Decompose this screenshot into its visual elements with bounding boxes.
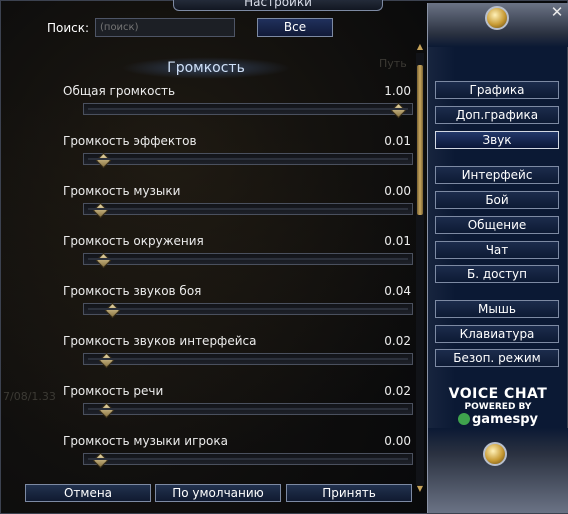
apply-button[interactable]: Принять bbox=[286, 484, 412, 502]
setting-label: Громкость речи bbox=[63, 384, 164, 398]
nav-interface[interactable]: Интерфейс bbox=[435, 166, 559, 184]
scroll-down-arrow-icon[interactable]: ▼ bbox=[416, 485, 424, 493]
setting-value: 0.01 bbox=[384, 234, 411, 248]
volume-slider[interactable] bbox=[83, 402, 413, 419]
slider-thumb[interactable] bbox=[98, 352, 115, 369]
nav-graphics[interactable]: Графика bbox=[435, 81, 559, 99]
slider-thumb[interactable] bbox=[95, 152, 112, 169]
gold-orb-icon bbox=[483, 442, 507, 466]
ornament-bottom bbox=[428, 428, 568, 513]
gamespy-logo: gamespy bbox=[437, 412, 559, 428]
cancel-button[interactable]: Отмена bbox=[25, 484, 151, 502]
nav-keyboard[interactable]: Клавиатура bbox=[435, 325, 559, 343]
nav-quick-access[interactable]: Б. доступ bbox=[435, 265, 559, 283]
background-text: Путь bbox=[379, 57, 407, 70]
setting-value: 0.00 bbox=[384, 434, 411, 448]
setting-speech-volume: Громкость речи 0.02 bbox=[63, 384, 413, 424]
setting-value: 0.04 bbox=[384, 284, 411, 298]
setting-effects-volume: Громкость эффектов 0.01 bbox=[63, 134, 413, 174]
slider-thumb[interactable] bbox=[92, 452, 109, 469]
volume-slider[interactable] bbox=[83, 102, 413, 119]
volume-slider[interactable] bbox=[83, 352, 413, 369]
nav-social[interactable]: Общение bbox=[435, 216, 559, 234]
volume-slider[interactable] bbox=[83, 452, 413, 469]
setting-master-volume: Общая громкость 1.00 bbox=[63, 84, 413, 124]
setting-label: Громкость музыки игрока bbox=[63, 434, 228, 448]
close-icon[interactable]: ✕ bbox=[549, 5, 565, 21]
slider-thumb[interactable] bbox=[95, 252, 112, 269]
setting-value: 0.00 bbox=[384, 184, 411, 198]
search-label: Поиск: bbox=[47, 21, 90, 35]
setting-label: Громкость звуков боя bbox=[63, 284, 202, 298]
setting-value: 0.02 bbox=[384, 384, 411, 398]
setting-label: Громкость эффектов bbox=[63, 134, 197, 148]
setting-combat-volume: Громкость звуков боя 0.04 bbox=[63, 284, 413, 324]
nav-chat[interactable]: Чат bbox=[435, 241, 559, 259]
setting-value: 0.01 bbox=[384, 134, 411, 148]
nav-combat[interactable]: Бой bbox=[435, 191, 559, 209]
volume-slider[interactable] bbox=[83, 152, 413, 169]
slider-thumb[interactable] bbox=[98, 402, 115, 419]
nav-mouse[interactable]: Мышь bbox=[435, 300, 559, 318]
setting-label: Громкость окружения bbox=[63, 234, 204, 248]
window-title: Настройки bbox=[173, 0, 383, 11]
gamespy-globe-icon bbox=[458, 413, 470, 425]
nav-safe-mode[interactable]: Безоп. режим bbox=[435, 349, 559, 367]
slider-thumb[interactable] bbox=[104, 302, 121, 319]
gamespy-brand-b: spy bbox=[512, 412, 538, 427]
voice-chat-title: VOICE CHAT bbox=[448, 386, 548, 402]
background-text: 7/08/1.33 bbox=[3, 390, 56, 403]
setting-label: Общая громкость bbox=[63, 84, 176, 98]
scrollbar-thumb[interactable] bbox=[417, 65, 423, 215]
setting-value: 1.00 bbox=[384, 84, 411, 98]
volume-slider[interactable] bbox=[83, 202, 413, 219]
section-title: Громкость bbox=[121, 57, 291, 79]
voice-chat-powered: POWERED BY bbox=[464, 402, 532, 412]
defaults-button[interactable]: По умолчанию bbox=[155, 484, 281, 502]
scroll-up-arrow-icon[interactable]: ▲ bbox=[416, 43, 424, 51]
setting-label: Громкость музыки bbox=[63, 184, 181, 198]
settings-window: Настройки Путь 7/08/1.33 Поиск: Все Гром… bbox=[0, 0, 568, 514]
nav-extra-graphics[interactable]: Доп.графика bbox=[435, 106, 559, 124]
nav-sound[interactable]: Звук bbox=[435, 131, 559, 149]
voice-chat-logo[interactable]: VOICE CHAT POWERED BY gamespy bbox=[437, 386, 559, 434]
setting-player-music-volume: Громкость музыки игрока 0.00 bbox=[63, 434, 413, 474]
setting-music-volume: Громкость музыки 0.00 bbox=[63, 184, 413, 224]
setting-ambient-volume: Громкость окружения 0.01 bbox=[63, 234, 413, 274]
setting-interface-volume: Громкость звуков интерфейса 0.02 bbox=[63, 334, 413, 374]
search-input[interactable] bbox=[95, 18, 235, 37]
slider-thumb[interactable] bbox=[390, 102, 407, 119]
setting-label: Громкость звуков интерфейса bbox=[63, 334, 257, 348]
volume-slider[interactable] bbox=[83, 252, 413, 269]
volume-slider[interactable] bbox=[83, 302, 413, 319]
search-all-button[interactable]: Все bbox=[257, 18, 333, 37]
slider-thumb[interactable] bbox=[92, 202, 109, 219]
gold-orb-icon bbox=[485, 6, 509, 30]
gamespy-brand-a: game bbox=[472, 412, 513, 427]
setting-value: 0.02 bbox=[384, 334, 411, 348]
